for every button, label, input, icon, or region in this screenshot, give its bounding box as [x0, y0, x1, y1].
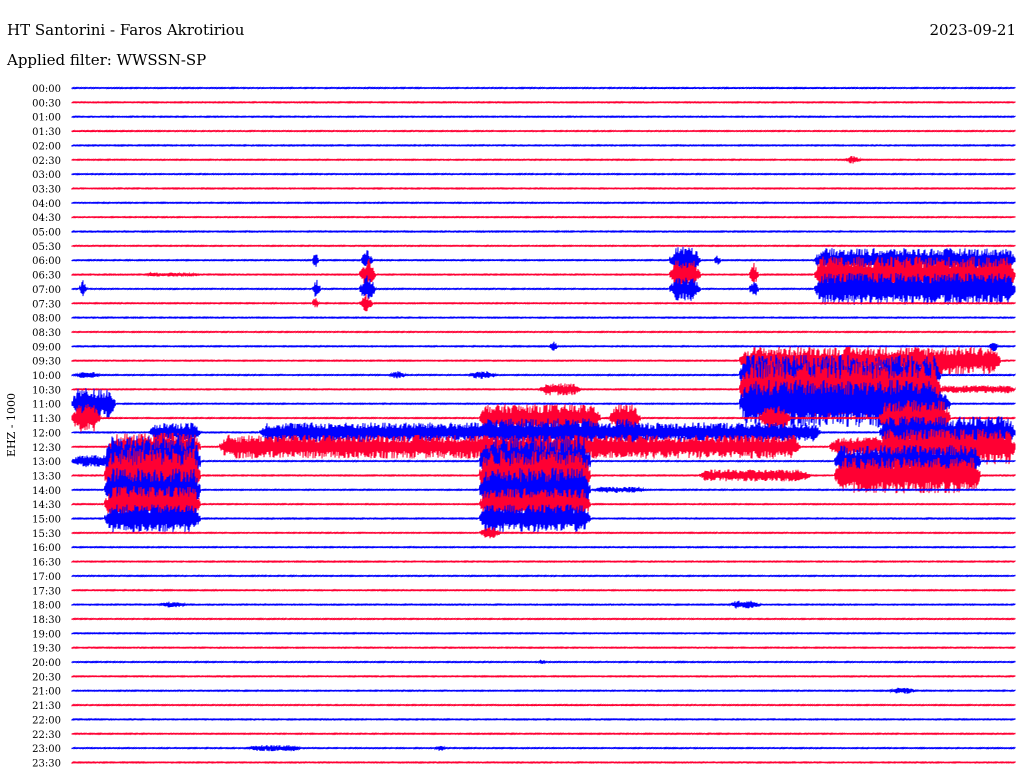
seismic-trace-row: [71, 559, 1016, 564]
row-time-label: 01:30: [32, 127, 61, 138]
seismic-trace-row: [71, 156, 1016, 164]
seismogram-plot: 00:00 00:30 01:00 01:30 02:00 02:30 03:00 03:30…: [5, 84, 1016, 769]
row-time-label: 06:00: [32, 256, 61, 267]
seismic-trace-row: [71, 172, 1016, 176]
seismic-trace-row: [71, 229, 1016, 234]
seismic-trace-row: [71, 687, 1016, 694]
row-time-label: 05:00: [32, 228, 61, 239]
seismic-trace-row: [71, 244, 1016, 248]
row-time-label: 13:00: [32, 457, 61, 468]
seismic-trace-row: [71, 760, 1016, 765]
row-time-label: 03:30: [32, 184, 61, 195]
row-time-label: 00:30: [32, 98, 61, 109]
row-time-label: 21:00: [32, 687, 61, 698]
seismic-trace-row: [71, 330, 1016, 334]
row-time-label: 17:30: [32, 586, 61, 597]
seismic-trace-row: [71, 744, 1016, 752]
seismic-trace-row: [71, 201, 1016, 205]
row-time-label: 10:30: [32, 385, 61, 396]
row-time-label: 19:30: [32, 644, 61, 655]
seismic-trace-row: [71, 100, 1016, 104]
row-time-label: 15:30: [32, 529, 61, 540]
seismic-trace-row: [71, 631, 1016, 636]
seismic-trace-row: [71, 600, 1016, 609]
row-time-label: 13:30: [32, 471, 61, 482]
row-time-label: 18:30: [32, 615, 61, 626]
channel-label: EHZ - 1000: [5, 393, 18, 457]
row-time-label: 11:00: [32, 400, 61, 411]
row-time-label: 22:30: [32, 730, 61, 741]
seismic-trace-row: [71, 86, 1016, 90]
row-time-label: 14:30: [32, 500, 61, 511]
row-time-label: 16:00: [32, 543, 61, 554]
row-time-label: 01:00: [32, 113, 61, 124]
row-time-label: 19:00: [32, 629, 61, 640]
seismic-trace-row: [71, 717, 1016, 722]
row-time-label: 14:00: [32, 486, 61, 497]
row-time-label: 05:30: [32, 242, 61, 253]
row-time-label: 09:30: [32, 357, 61, 368]
row-time-label: 10:00: [32, 371, 61, 382]
row-time-label: 23:00: [32, 744, 61, 755]
seismic-trace-row: [71, 545, 1016, 549]
row-time-label: 20:30: [32, 672, 61, 683]
seismic-trace-row: [71, 732, 1016, 736]
seismic-trace-row: [71, 574, 1016, 578]
row-time-label: 12:00: [32, 428, 61, 439]
seismic-trace-row: [71, 703, 1016, 707]
row-time-label: 02:30: [32, 156, 61, 167]
row-time-label: 08:00: [32, 314, 61, 325]
seismic-trace-row: [71, 129, 1016, 133]
seismic-trace-row: [71, 186, 1016, 191]
row-time-label: 22:00: [32, 715, 61, 726]
seismic-trace-row: [71, 114, 1016, 119]
row-time-label: 16:30: [32, 558, 61, 569]
row-time-label: 03:00: [32, 170, 61, 181]
row-time-label: 15:00: [32, 515, 61, 526]
row-time-label: 07:00: [32, 285, 61, 296]
row-time-label: 08:30: [32, 328, 61, 339]
seismic-trace-row: [71, 674, 1016, 678]
seismic-trace-row: [71, 646, 1016, 650]
row-time-label: 21:30: [32, 701, 61, 712]
row-time-label: 06:30: [32, 271, 61, 282]
row-time-label: 20:00: [32, 658, 61, 669]
seismic-trace-row: [71, 659, 1016, 665]
row-time-label: 02:00: [32, 141, 61, 152]
row-time-label: 23:30: [32, 758, 61, 769]
seismic-trace-row: [71, 504, 1016, 533]
seismic-trace-row: [71, 143, 1016, 148]
row-time-label: 07:30: [32, 299, 61, 310]
row-time-label: 18:00: [32, 601, 61, 612]
row-time-label: 04:30: [32, 213, 61, 224]
row-time-label: 17:00: [32, 572, 61, 583]
seismic-trace-row: [71, 315, 1016, 320]
seismic-trace-row: [71, 617, 1016, 621]
row-time-label: 00:00: [32, 84, 61, 95]
seismic-trace-row: [71, 588, 1016, 592]
row-time-label: 12:30: [32, 443, 61, 454]
row-time-label: 04:00: [32, 199, 61, 210]
row-time-label: 09:00: [32, 342, 61, 353]
seismic-trace-row: [71, 527, 1016, 539]
row-time-label: 11:30: [32, 414, 61, 425]
seismic-trace-row: [71, 215, 1016, 219]
